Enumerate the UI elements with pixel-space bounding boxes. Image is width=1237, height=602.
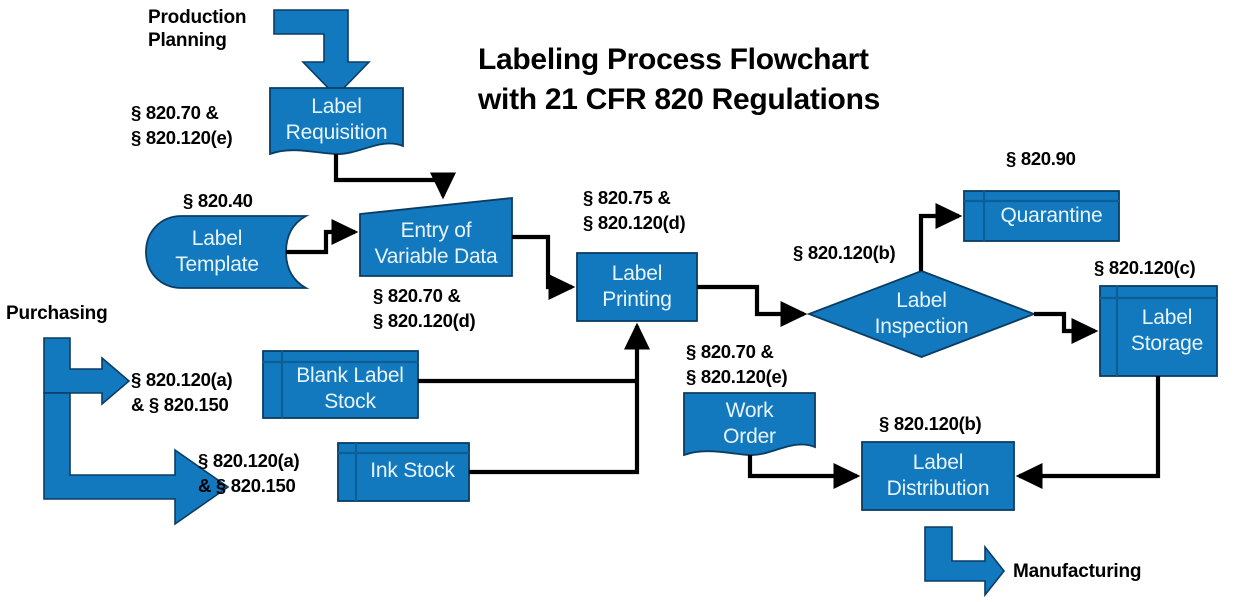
reg-entry-variable-data: § 820.70 & § 820.120(d): [373, 285, 476, 331]
reg-label-printing: § 820.75 & § 820.120(d): [583, 187, 686, 233]
flowchart-graphics: [43, 9, 1218, 598]
reg-label-requisition: § 820.70 & § 820.120(e): [131, 102, 233, 148]
node-label-storage[interactable]: [1099, 285, 1218, 377]
production-planning-arrow: [273, 9, 371, 98]
reg-label-storage: § 820.120(c): [1094, 257, 1196, 278]
node-ink-stock[interactable]: [337, 442, 470, 502]
node-work-order[interactable]: [683, 392, 816, 457]
connector-inspection-to-storage: [1034, 311, 1099, 345]
connector-inspection-to-quarantine: [918, 202, 963, 271]
connector-requisition-to-entry: [333, 154, 457, 200]
node-label-inspection[interactable]: [806, 270, 1037, 358]
reg-label-distribution: § 820.120(b): [879, 413, 982, 434]
connector-work-order-to-distribution: [747, 455, 861, 490]
node-quarantine[interactable]: [963, 190, 1120, 242]
reg-quarantine: § 820.90: [1006, 148, 1076, 169]
node-label-distribution[interactable]: [861, 441, 1015, 511]
reg-blank-label-stock: § 820.120(a) & § 820.150: [131, 369, 233, 415]
connector-entry-to-printing: [512, 234, 576, 301]
node-label-printing[interactable]: [576, 252, 698, 322]
reg-ink-stock: § 820.120(a) & § 820.150: [198, 450, 300, 496]
reg-label-inspection: § 820.120(b): [793, 242, 896, 263]
reg-label-template: § 820.40: [183, 190, 253, 211]
node-label-template[interactable]: [145, 215, 310, 289]
external-label-manufacturing: Manufacturing: [1013, 561, 1142, 582]
connector-template-to-entry: [286, 218, 359, 255]
connector-storage-to-distribution: [1015, 376, 1161, 490]
external-label-production-planning: Production Planning: [148, 7, 247, 51]
external-label-purchasing: Purchasing: [6, 303, 108, 324]
node-label-requisition[interactable]: [269, 87, 404, 156]
node-blank-label-stock[interactable]: [262, 350, 419, 419]
manufacturing-arrow: [924, 526, 1006, 598]
connector-printing-to-inspection: [697, 284, 808, 328]
node-entry-of-variable-data[interactable]: [359, 197, 513, 277]
reg-work-order: § 820.70 & § 820.120(e): [686, 341, 788, 387]
connector-ink-stock-to-printing: [469, 322, 651, 475]
flowchart-canvas: Labeling Process Flowchart with 21 CFR 8…: [0, 0, 1237, 602]
